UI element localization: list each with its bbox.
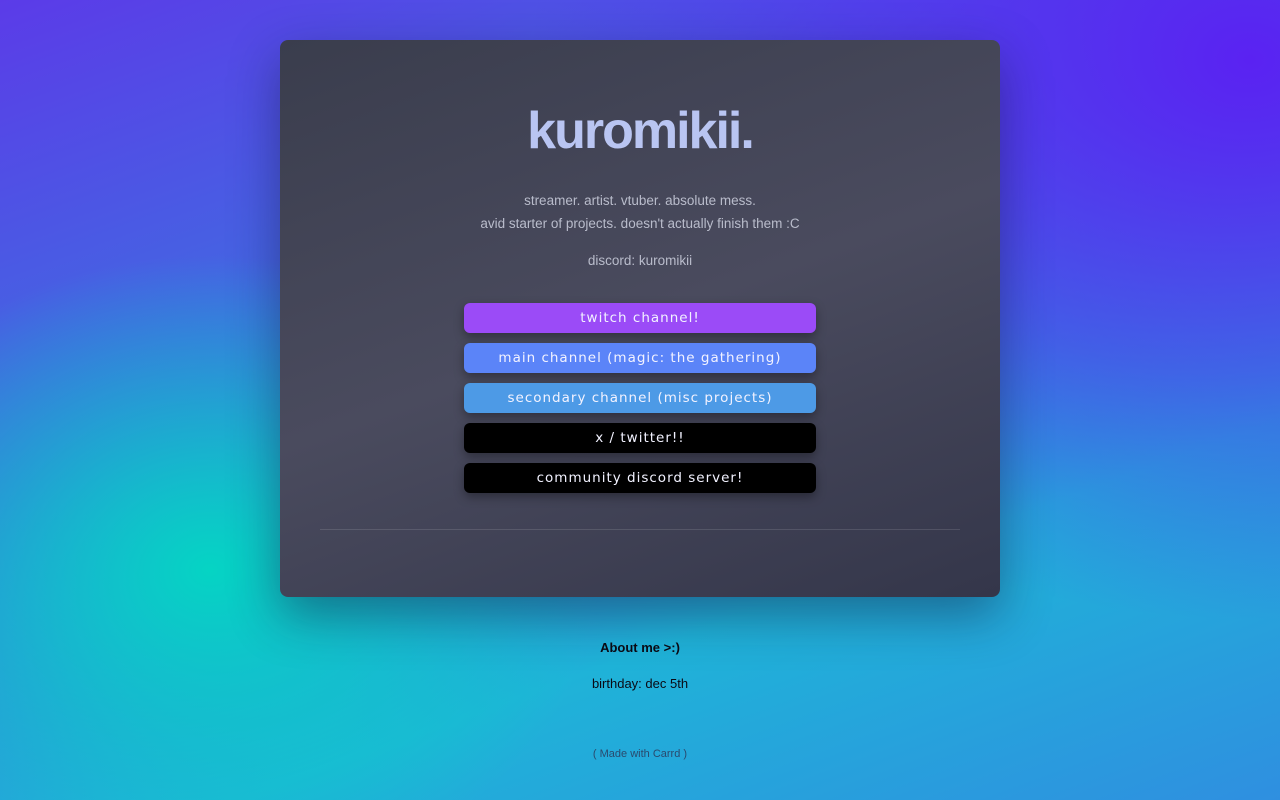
- twitch-channel-button[interactable]: twitch channel!: [464, 303, 816, 333]
- page-title: kuromikii.: [527, 102, 755, 160]
- about-heading: About me >:): [600, 640, 680, 655]
- discord-server-button[interactable]: community discord server!: [464, 463, 816, 493]
- profile-card: kuromikii. streamer. artist. vtuber. abs…: [280, 40, 1000, 597]
- secondary-channel-button[interactable]: secondary channel (misc projects): [464, 383, 816, 413]
- bio-line-2: avid starter of projects. doesn't actual…: [480, 216, 800, 231]
- footer-credit: ( Made with Carrd ): [0, 748, 1280, 760]
- birthday-text: birthday: dec 5th: [591, 676, 689, 691]
- main-channel-button[interactable]: main channel (magic: the gathering): [464, 343, 816, 373]
- made-with-carrd-link[interactable]: Made with Carrd: [600, 748, 681, 760]
- footer-paren-open: (: [592, 748, 600, 760]
- bio-line-1: streamer. artist. vtuber. absolute mess.: [524, 193, 756, 208]
- card-divider: [320, 529, 960, 530]
- twitter-button[interactable]: x / twitter!!: [464, 423, 816, 453]
- discord-handle: discord: kuromikii: [587, 253, 693, 268]
- footer-paren-close: ): [680, 748, 688, 760]
